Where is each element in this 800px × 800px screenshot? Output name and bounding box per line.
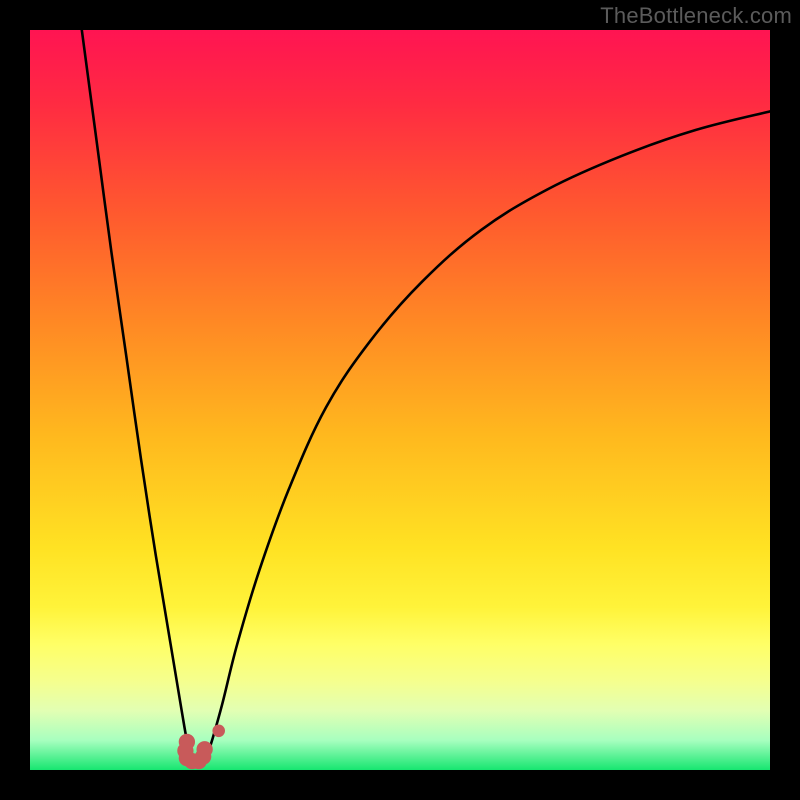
curve-left-branch	[82, 30, 192, 759]
bottleneck-curve	[30, 30, 770, 770]
optimal-marker	[212, 724, 225, 737]
chart-frame: TheBottleneck.com	[0, 0, 800, 800]
curve-right-branch	[206, 111, 770, 759]
watermark-label: TheBottleneck.com	[600, 3, 792, 29]
optimal-marker	[197, 741, 213, 757]
bottleneck-chart	[30, 30, 770, 770]
